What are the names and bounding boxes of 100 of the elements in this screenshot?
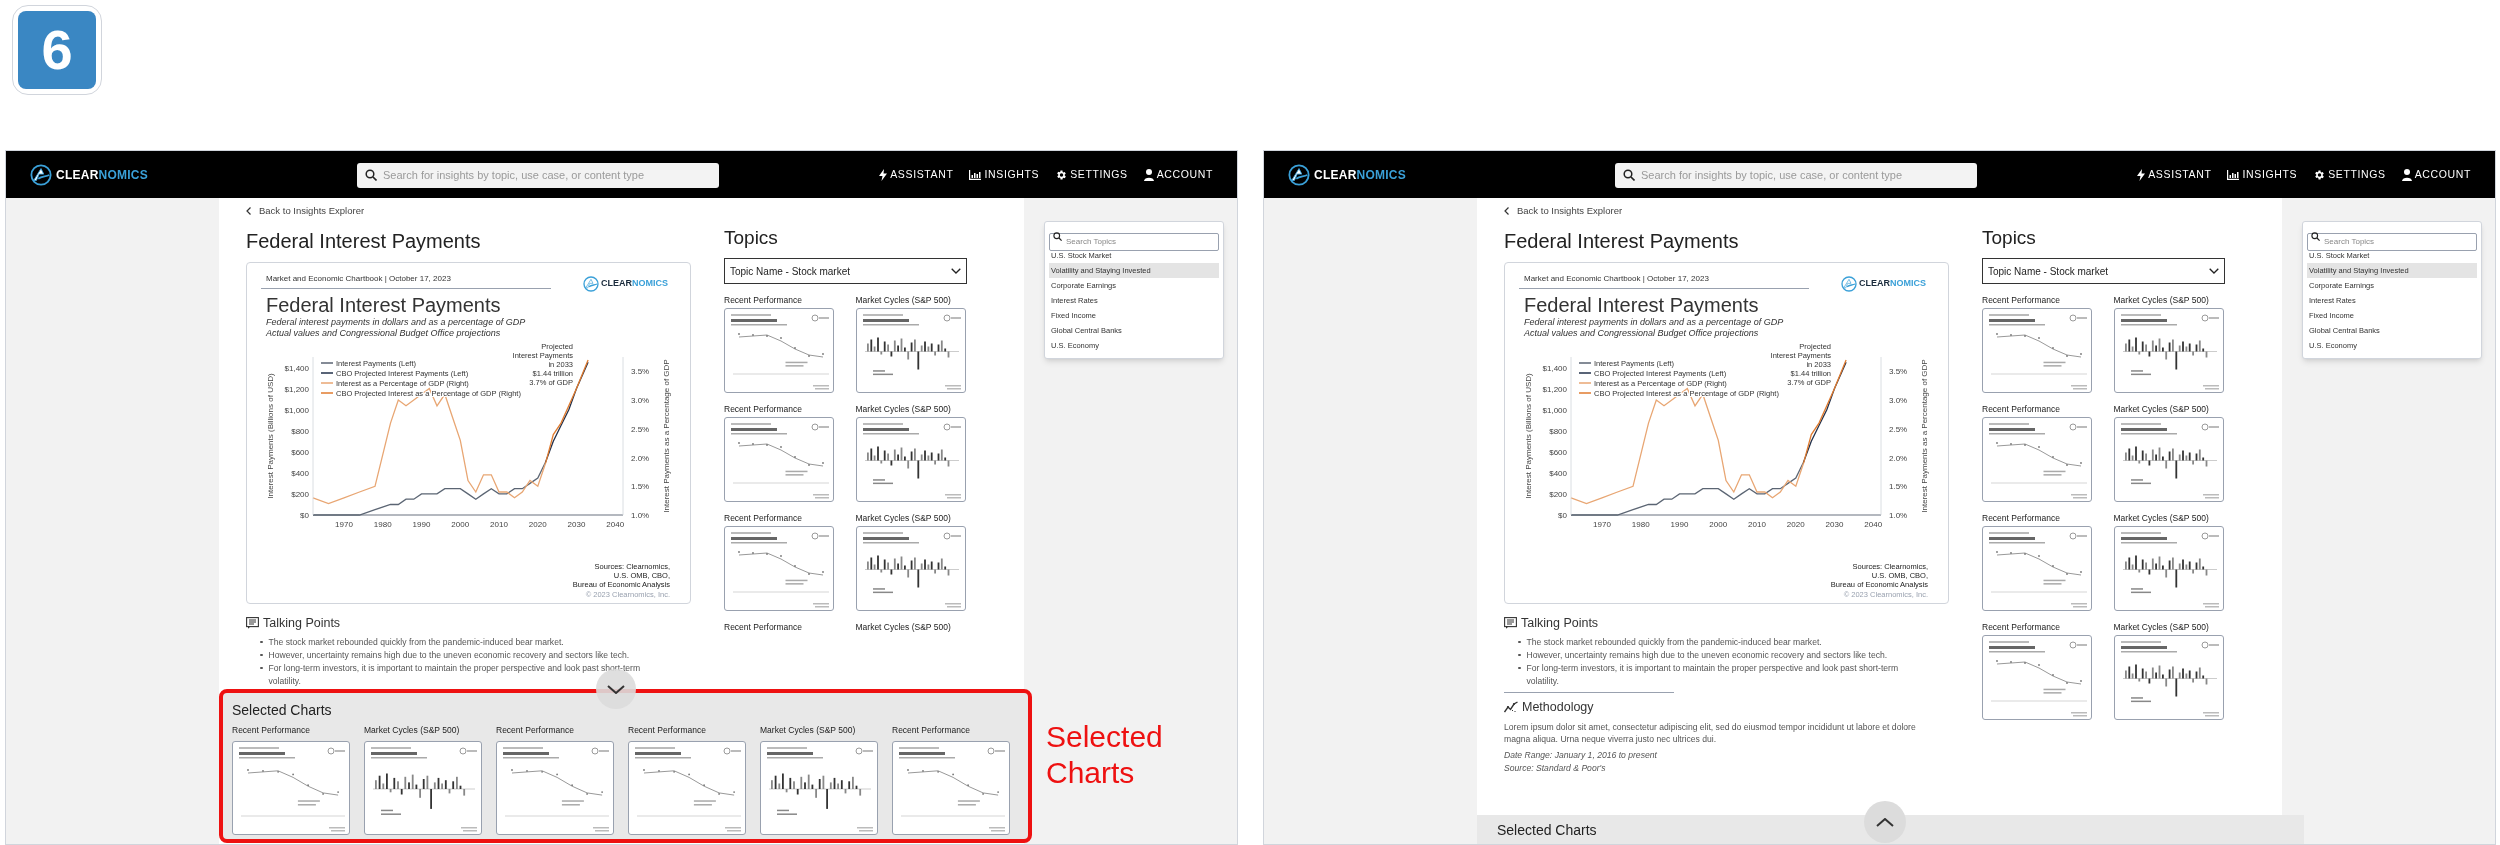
search-field[interactable]: Search for insights by topic, use case, or content type	[1615, 162, 1977, 188]
chevron-down-icon	[2209, 268, 2219, 274]
section-heading: Talking Points	[263, 615, 341, 632]
tick-label: 1.5%	[631, 482, 650, 492]
tick-label: 3.5%	[1889, 367, 1908, 377]
nav-link[interactable]: SETTINGS	[1055, 166, 1128, 183]
chart-title: Market Cycles (S&P 500)	[2113, 403, 2210, 415]
chart-thumbnail[interactable]	[724, 308, 834, 393]
chart-title: Market Cycles (S&P 500)	[364, 724, 461, 737]
tick-label: 1.5%	[1889, 482, 1908, 492]
topic-search-field[interactable]: Search Topics	[2307, 232, 2477, 251]
tick-label: $1,400	[284, 363, 309, 373]
chart-thumbnail[interactable]	[760, 740, 878, 835]
logo-icon	[1288, 163, 1310, 186]
chart-thumbnail[interactable]	[1982, 635, 2092, 720]
tick-label: $1,000	[284, 405, 309, 415]
panel-title: Selected Charts	[1497, 821, 1597, 840]
settings-icon	[1055, 168, 1068, 181]
chart-thumbnail[interactable]	[2113, 308, 2224, 393]
tick-label: 2.0%	[1889, 453, 1908, 463]
step-number: 6	[18, 11, 96, 89]
back-link[interactable]: Back to Insights Explorer	[246, 203, 691, 219]
bolt-icon	[879, 168, 888, 181]
list-icon	[246, 617, 259, 630]
chart-thumbnail[interactable]	[1982, 308, 2092, 393]
chart-title: Market Cycles (S&P 500)	[855, 621, 952, 633]
chart-title: Market Cycles (S&P 500)	[855, 512, 952, 524]
chart-title: Federal Interest Payments	[1523, 293, 1760, 317]
bullet-icon	[260, 653, 263, 657]
axis-title: Interest Payments (Billions of USD)	[266, 373, 275, 499]
tick-label: $1,200	[284, 384, 309, 394]
bullet-icon	[260, 640, 263, 644]
chart-thumbnail[interactable]	[724, 526, 834, 611]
axis-title: Interest Payments as a Percentage of GDP	[662, 359, 671, 513]
tick-label: 2010	[1748, 520, 1766, 529]
callout-label: Selected Charts	[1046, 719, 1164, 791]
chart-thumbnail[interactable]	[2113, 635, 2224, 720]
nav-link[interactable]: SETTINGS	[2313, 166, 2386, 183]
tick-label: 2040	[1864, 520, 1883, 529]
tick-label: 2.5%	[1889, 424, 1908, 434]
chart-thumbnail[interactable]	[2113, 417, 2224, 502]
tick-label: 1.0%	[1889, 511, 1908, 520]
tick-label: 1980	[1631, 520, 1650, 529]
search-field[interactable]: Search for insights by topic, use case, or content type	[357, 162, 719, 188]
chart-title: Recent Performance	[724, 512, 803, 524]
nav-link[interactable]: ACCOUNT	[1143, 166, 1213, 183]
date-range: Date Range: January 1, 2016 to present	[1504, 748, 1658, 762]
tick-label: 2.0%	[631, 453, 650, 463]
talking-point: The stock market rebounded quickly from the pandemic-induced bear market.	[1526, 635, 1822, 649]
nav-link[interactable]: INSIGHTS	[969, 166, 1040, 183]
chart-title: Federal Interest Payments	[265, 293, 502, 317]
tick-label: 2020	[528, 520, 547, 529]
chart-thumbnail[interactable]	[855, 526, 966, 611]
nav-link[interactable]: ACCOUNT	[2401, 166, 2471, 183]
axis-title: Interest Payments as a Percentage of GDP	[1920, 359, 1929, 513]
chart-title: Recent Performance	[724, 403, 803, 415]
chart-title: Recent Performance	[892, 724, 971, 737]
chart-thumbnail[interactable]	[1982, 417, 2092, 502]
panel-title: Selected Charts	[232, 701, 333, 720]
tick-label: 3.5%	[631, 367, 650, 377]
search-icon	[1053, 231, 1062, 241]
logo-text: CLEARNOMICS	[601, 277, 668, 291]
chart-thumbnail[interactable]	[496, 740, 614, 835]
person-icon	[1143, 168, 1154, 181]
chart-thumbnail[interactable]	[855, 417, 966, 502]
axis-title: Interest Payments (Billions of USD)	[1524, 373, 1533, 499]
topic-dropdown[interactable]: Topic Name - Stock market	[724, 258, 967, 284]
chart-title: Market Cycles (S&P 500)	[2113, 294, 2210, 306]
tick-label: 2000	[451, 520, 470, 529]
chart-thumbnail[interactable]	[724, 417, 834, 502]
chart-thumbnail[interactable]	[855, 308, 966, 393]
settings-icon	[2313, 168, 2326, 181]
search-icon	[1623, 168, 1635, 181]
tick-label: $0	[1558, 511, 1567, 520]
chart-title: Recent Performance	[628, 724, 707, 737]
tick-label: 1980	[373, 520, 392, 529]
section-heading: Methodology	[1522, 698, 1594, 716]
topic-dropdown[interactable]: Topic Name - Stock market	[1982, 258, 2225, 284]
chart-thumbnail[interactable]	[1982, 526, 2092, 611]
bullet-icon	[1518, 666, 1521, 670]
nav-link[interactable]: INSIGHTS	[2227, 166, 2298, 183]
tick-label: $400	[1549, 468, 1567, 478]
chart-thumbnail[interactable]	[892, 740, 1010, 835]
chart-title: Recent Performance	[496, 724, 575, 737]
chart-thumbnail[interactable]	[2113, 526, 2224, 611]
tick-label: $600	[291, 447, 309, 457]
tick-label: 1.0%	[631, 511, 650, 520]
tick-label: 2030	[1825, 520, 1844, 529]
chart-thumbnail[interactable]	[364, 740, 482, 835]
logo-text: CLEARNOMICS	[1859, 277, 1926, 291]
topic-search-field[interactable]: Search Topics	[1049, 232, 1219, 251]
chart-thumbnail[interactable]	[628, 740, 746, 835]
tick-label: 2000	[1709, 520, 1728, 529]
back-link[interactable]: Back to Insights Explorer	[1504, 203, 1949, 219]
chart-title: Recent Performance	[1982, 621, 2061, 633]
nav-link[interactable]: ASSISTANT	[2137, 166, 2212, 183]
chart-title: Market Cycles (S&P 500)	[855, 294, 952, 306]
nav-link[interactable]: ASSISTANT	[879, 166, 954, 183]
chart-thumbnail[interactable]	[232, 740, 350, 835]
tick-label: $1,200	[1542, 384, 1567, 394]
